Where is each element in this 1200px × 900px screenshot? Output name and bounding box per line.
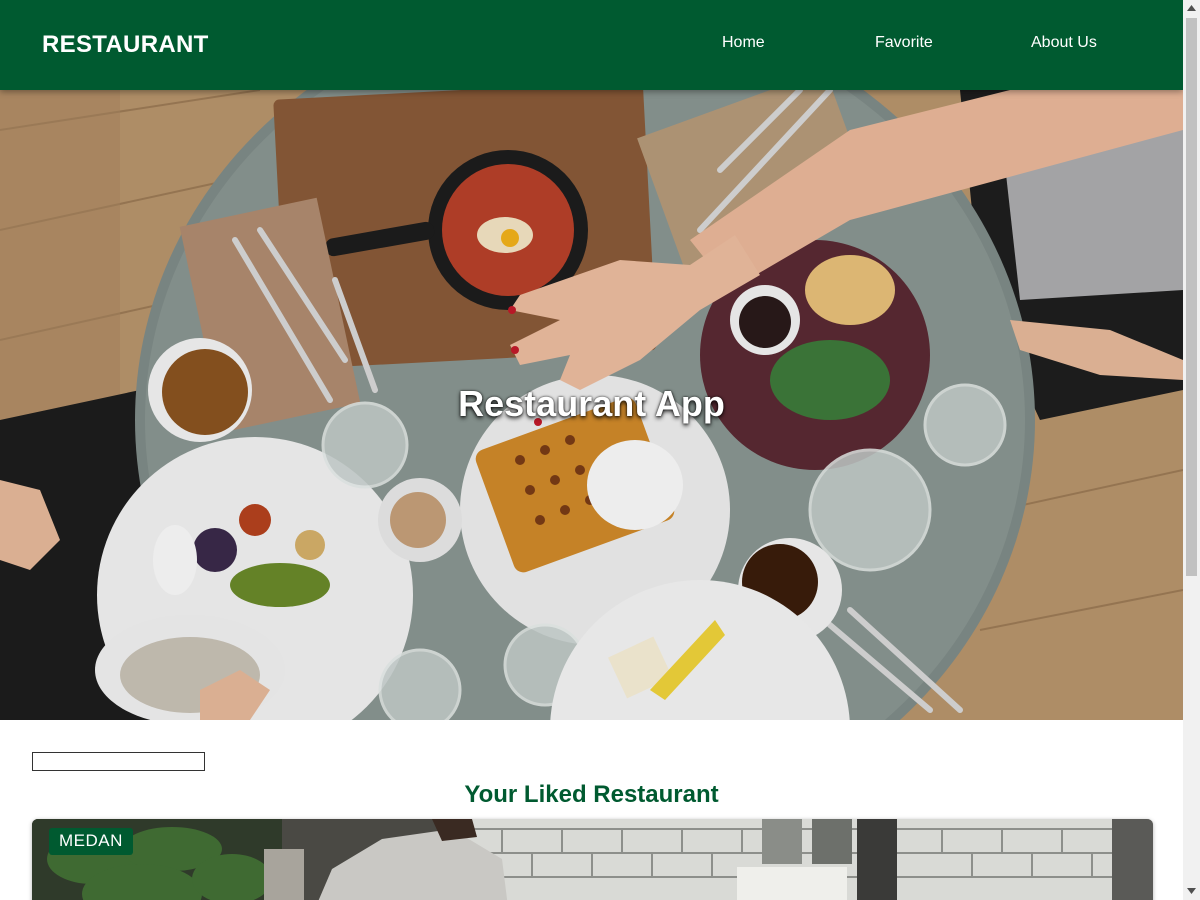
- scrollbar-thumb[interactable]: [1186, 18, 1197, 576]
- main-nav: Home Favorite About Us: [0, 0, 1183, 90]
- hero-title: Restaurant App: [458, 383, 725, 424]
- app-bar: RESTAURANT Home Favorite About Us: [0, 0, 1183, 90]
- nav-about-us[interactable]: About Us: [1029, 34, 1099, 52]
- nav-home[interactable]: Home: [720, 34, 767, 52]
- nav-favorite[interactable]: Favorite: [873, 34, 935, 52]
- liked-restaurant-heading: Your Liked Restaurant: [464, 781, 719, 808]
- vertical-scrollbar[interactable]: [1183, 0, 1200, 900]
- search-input[interactable]: [32, 752, 205, 771]
- hero-banner: Restaurant App: [0, 90, 1183, 720]
- chevron-up-icon[interactable]: [1183, 0, 1200, 17]
- chevron-down-icon[interactable]: [1183, 883, 1200, 900]
- restaurant-card[interactable]: MEDAN: [32, 819, 1153, 900]
- restaurant-card-image: [32, 819, 1153, 900]
- city-badge: MEDAN: [49, 828, 133, 855]
- page-viewport: RESTAURANT Home Favorite About Us Restau…: [0, 0, 1183, 900]
